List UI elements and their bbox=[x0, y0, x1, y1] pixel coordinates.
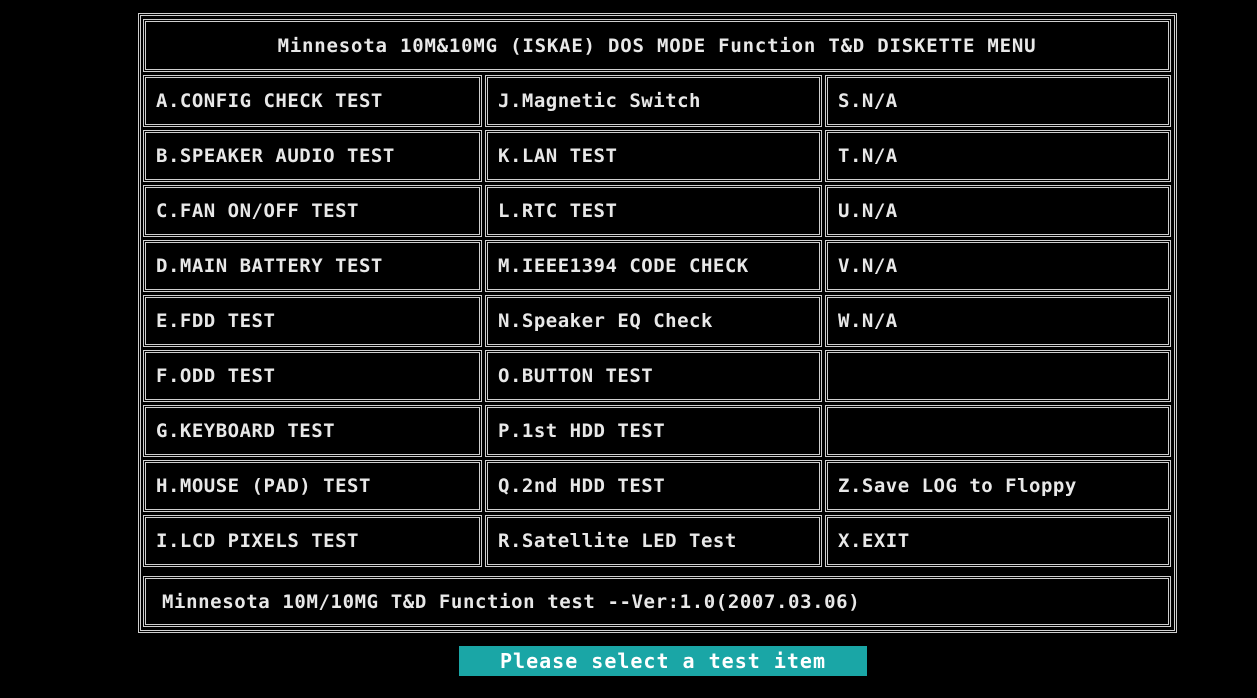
menu-item-x-exit[interactable]: X.EXIT bbox=[825, 515, 1171, 567]
menu-item-empty-2 bbox=[825, 405, 1171, 457]
menu-item-o-button-test[interactable]: O.BUTTON TEST bbox=[485, 350, 822, 402]
version-footer: Minnesota 10M/10MG T&D Function test --V… bbox=[143, 576, 1171, 627]
menu-item-c-fan-on-off-test[interactable]: C.FAN ON/OFF TEST bbox=[143, 185, 482, 237]
menu-item-n-speaker-eq-check[interactable]: N.Speaker EQ Check bbox=[485, 295, 822, 347]
menu-item-u-na[interactable]: U.N/A bbox=[825, 185, 1171, 237]
menu-item-w-na[interactable]: W.N/A bbox=[825, 295, 1171, 347]
menu-item-m-ieee1394-code-check[interactable]: M.IEEE1394 CODE CHECK bbox=[485, 240, 822, 292]
menu-item-r-satellite-led-test[interactable]: R.Satellite LED Test bbox=[485, 515, 822, 567]
menu-item-g-keyboard-test[interactable]: G.KEYBOARD TEST bbox=[143, 405, 482, 457]
menu-item-empty-1 bbox=[825, 350, 1171, 402]
menu-item-e-fdd-test[interactable]: E.FDD TEST bbox=[143, 295, 482, 347]
menu-item-p-1st-hdd-test[interactable]: P.1st HDD TEST bbox=[485, 405, 822, 457]
menu-item-d-main-battery-test[interactable]: D.MAIN BATTERY TEST bbox=[143, 240, 482, 292]
menu-item-b-speaker-audio-test[interactable]: B.SPEAKER AUDIO TEST bbox=[143, 130, 482, 182]
menu-item-q-2nd-hdd-test[interactable]: Q.2nd HDD TEST bbox=[485, 460, 822, 512]
menu-item-s-na[interactable]: S.N/A bbox=[825, 75, 1171, 127]
menu-item-t-na[interactable]: T.N/A bbox=[825, 130, 1171, 182]
menu-item-l-rtc-test[interactable]: L.RTC TEST bbox=[485, 185, 822, 237]
menu-item-f-odd-test[interactable]: F.ODD TEST bbox=[143, 350, 482, 402]
menu-item-v-na[interactable]: V.N/A bbox=[825, 240, 1171, 292]
menu-title: Minnesota 10M&10MG (ISKAE) DOS MODE Func… bbox=[143, 19, 1171, 72]
menu-item-i-lcd-pixels-test[interactable]: I.LCD PIXELS TEST bbox=[143, 515, 482, 567]
menu-item-a-config-check-test[interactable]: A.CONFIG CHECK TEST bbox=[143, 75, 482, 127]
menu-item-h-mouse-pad-test[interactable]: H.MOUSE (PAD) TEST bbox=[143, 460, 482, 512]
menu-item-z-save-log-to-floppy[interactable]: Z.Save LOG to Floppy bbox=[825, 460, 1171, 512]
menu-item-k-lan-test[interactable]: K.LAN TEST bbox=[485, 130, 822, 182]
menu-item-j-magnetic-switch[interactable]: J.Magnetic Switch bbox=[485, 75, 822, 127]
select-prompt: Please select a test item bbox=[459, 646, 867, 676]
